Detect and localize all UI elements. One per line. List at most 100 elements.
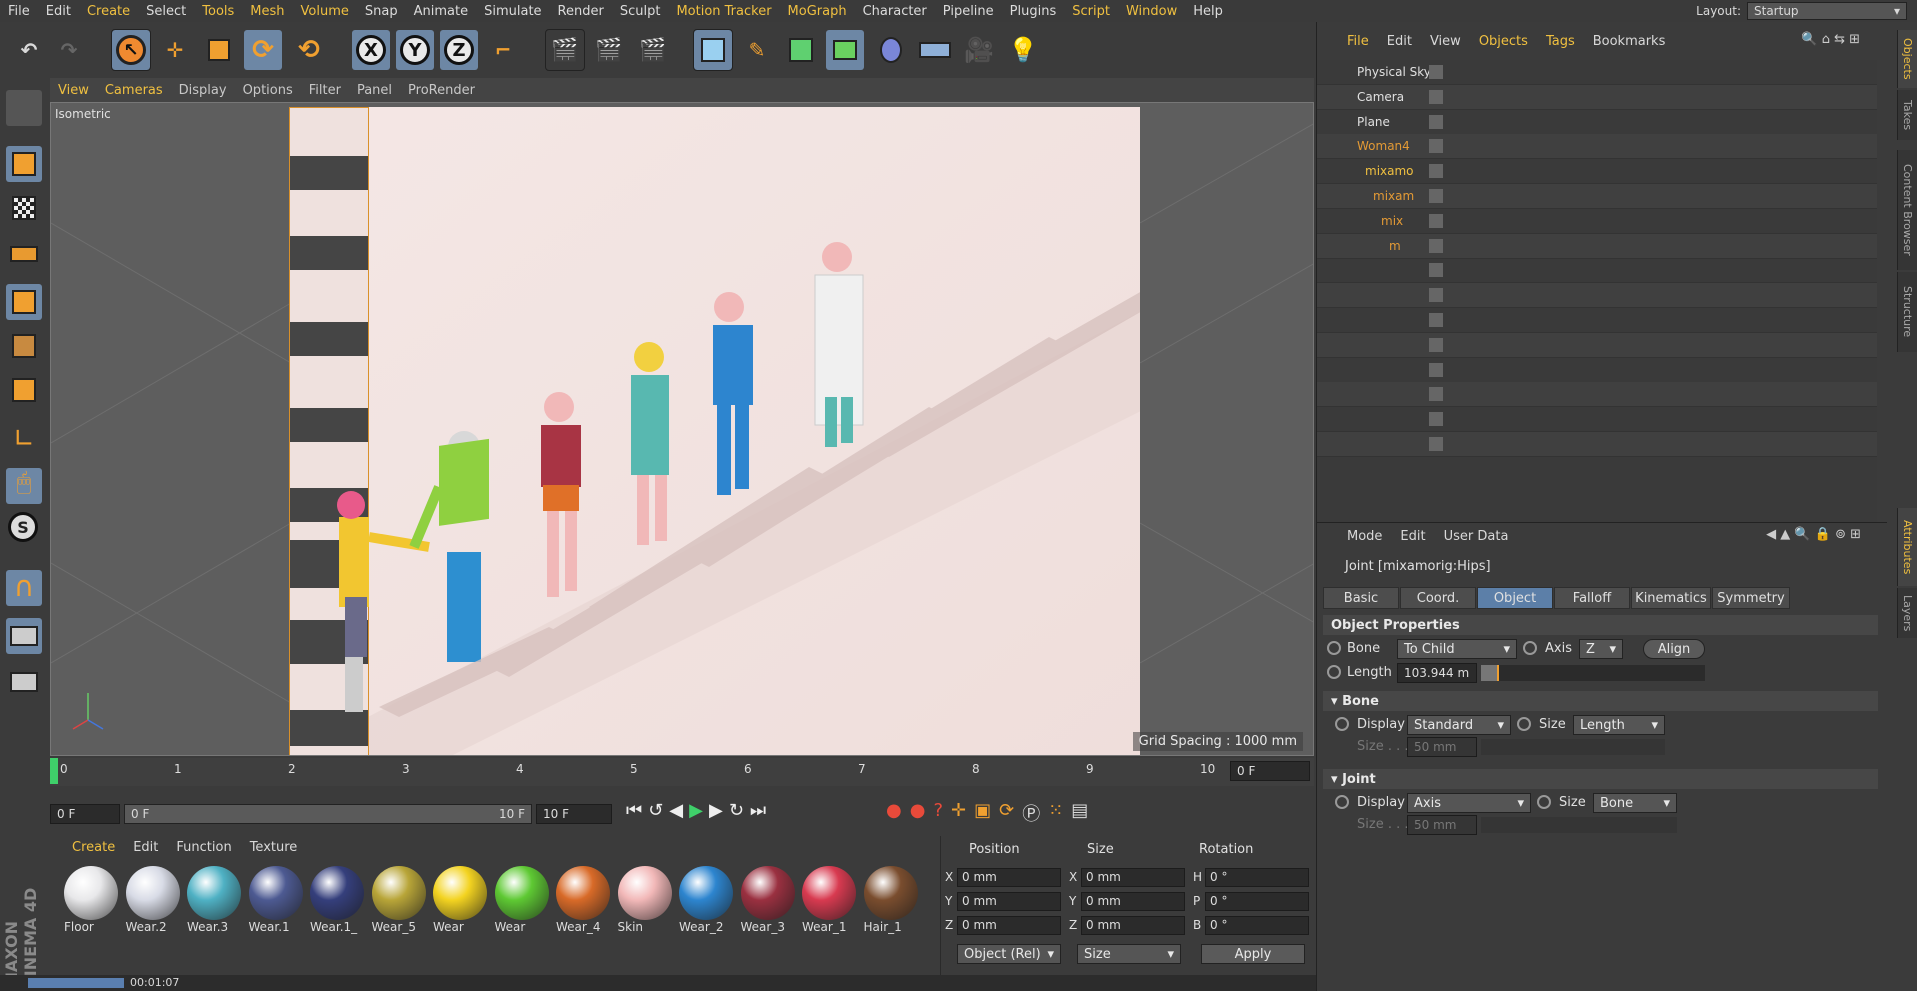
menu-pipeline[interactable]: Pipeline: [935, 4, 1002, 19]
go-to-start-icon[interactable]: ⏮: [626, 800, 642, 821]
live-selection-icon[interactable]: ↖: [111, 29, 151, 71]
points-mode-icon[interactable]: [6, 284, 42, 320]
current-frame-field[interactable]: 0 F: [1230, 761, 1310, 781]
material-swatch[interactable]: Floor: [62, 864, 120, 936]
object-row[interactable]: Plane: [1317, 110, 1877, 135]
render-view-icon[interactable]: 🎬: [545, 29, 585, 71]
menu-motion-tracker[interactable]: Motion Tracker: [668, 4, 779, 19]
workplane-icon[interactable]: [6, 236, 42, 272]
viewport-menu-view[interactable]: View: [50, 83, 97, 98]
tab-falloff[interactable]: Falloff: [1554, 587, 1630, 609]
menu-help[interactable]: Help: [1185, 4, 1231, 19]
object-menu-view[interactable]: View: [1430, 34, 1461, 49]
light-icon[interactable]: 💡: [1004, 30, 1042, 70]
floor-icon[interactable]: [916, 30, 954, 70]
object-row[interactable]: [1317, 332, 1877, 358]
menu-simulate[interactable]: Simulate: [476, 4, 549, 19]
object-name[interactable]: m: [1389, 239, 1401, 253]
menu-edit[interactable]: Edit: [38, 4, 79, 19]
rotation-key-icon[interactable]: ⟳: [999, 800, 1014, 826]
frame-range-slider[interactable]: 0 F 10 F: [124, 804, 532, 824]
polygons-mode-icon[interactable]: [6, 372, 42, 408]
parameter-key-icon[interactable]: Ⓟ: [1022, 800, 1040, 826]
prev-frame-icon[interactable]: ◀: [669, 800, 683, 821]
menu-render[interactable]: Render: [550, 4, 612, 19]
length-field[interactable]: 103.944 m: [1397, 663, 1477, 683]
scale-icon[interactable]: [200, 30, 238, 70]
coord-mode-select[interactable]: Object (Rel) ▾: [957, 944, 1061, 964]
joint-size-slider[interactable]: [1481, 817, 1677, 833]
keyframe-selection-icon[interactable]: ?: [933, 800, 943, 826]
viewport-menu-panel[interactable]: Panel: [349, 83, 400, 98]
position-key-icon[interactable]: ✛: [951, 800, 966, 826]
object-name[interactable]: mixam: [1373, 189, 1414, 203]
object-menu-file[interactable]: File: [1347, 34, 1369, 49]
rotate-icon[interactable]: ⟳: [244, 30, 282, 70]
render-picture-viewer-icon[interactable]: 🎬: [590, 30, 628, 70]
bone-section-header[interactable]: ▾ Bone: [1323, 691, 1878, 711]
viewport-menu-prorender[interactable]: ProRender: [400, 83, 483, 98]
object-row[interactable]: [1317, 407, 1877, 433]
menu-create[interactable]: Create: [79, 4, 138, 19]
visibility-toggle[interactable]: [1429, 65, 1443, 79]
material-swatch[interactable]: Skin: [616, 864, 674, 936]
tab-basic[interactable]: Basic: [1323, 587, 1399, 609]
side-tab-layers[interactable]: Layers: [1897, 588, 1917, 638]
viewport-menu-display[interactable]: Display: [171, 83, 235, 98]
material-swatch[interactable]: Wear.3: [185, 864, 243, 936]
material-swatch[interactable]: Wear_2: [677, 864, 735, 936]
material-swatch[interactable]: Hair_1: [862, 864, 920, 936]
material-swatch[interactable]: Wear_1: [800, 864, 858, 936]
menu-window[interactable]: Window: [1118, 4, 1185, 19]
size-mode-select[interactable]: Size ▾: [1077, 944, 1181, 964]
menu-sculpt[interactable]: Sculpt: [612, 4, 669, 19]
joint-size-select[interactable]: Bone ▾: [1593, 793, 1677, 813]
attribute-menu-edit[interactable]: Edit: [1400, 529, 1425, 544]
coord-pos-field[interactable]: 0 mm: [957, 892, 1061, 911]
object-row[interactable]: m: [1317, 233, 1877, 259]
next-frame-icon[interactable]: ▶: [709, 800, 723, 821]
object-manager-list[interactable]: Physical Sky Camera Plane Woman4 mixamo mixam…: [1317, 60, 1877, 522]
joint-section-header[interactable]: ▾ Joint: [1323, 769, 1878, 789]
object-row[interactable]: [1317, 308, 1877, 333]
object-row[interactable]: [1317, 258, 1877, 284]
edges-mode-icon[interactable]: [6, 328, 42, 364]
object-name[interactable]: mix: [1381, 214, 1403, 228]
move-icon[interactable]: ✛: [156, 30, 194, 70]
playhead[interactable]: [50, 758, 58, 784]
menu-volume[interactable]: Volume: [293, 4, 357, 19]
next-key-icon[interactable]: ↻: [729, 800, 744, 821]
axis-select[interactable]: Z ▾: [1579, 639, 1623, 659]
model-mode-icon[interactable]: [6, 146, 42, 182]
start-frame-field[interactable]: 0 F: [50, 804, 120, 824]
menu-file[interactable]: File: [0, 4, 38, 19]
object-row[interactable]: Physical Sky: [1317, 60, 1877, 85]
coord-pos-field[interactable]: 0 mm: [957, 868, 1061, 887]
layout-select[interactable]: Startup ▾: [1747, 2, 1907, 20]
object-menu-tags[interactable]: Tags: [1546, 34, 1575, 49]
object-menu-objects[interactable]: Objects: [1479, 34, 1528, 49]
object-row[interactable]: mixamo: [1317, 159, 1877, 185]
material-swatch[interactable]: Wear: [431, 864, 489, 936]
material-menu-create[interactable]: Create: [72, 840, 115, 855]
coord-size-field[interactable]: 0 mm: [1081, 892, 1185, 911]
menu-script[interactable]: Script: [1064, 4, 1118, 19]
object-row[interactable]: [1317, 382, 1877, 408]
object-manager-tools[interactable]: 🔍 ⌂ ⇆ ⊞: [1801, 32, 1860, 47]
viewport-menu-options[interactable]: Options: [235, 83, 301, 98]
scale-key-icon[interactable]: ▣: [974, 800, 991, 826]
visibility-toggle[interactable]: [1429, 437, 1443, 451]
object-row[interactable]: [1317, 283, 1877, 309]
align-button[interactable]: Align: [1643, 639, 1705, 659]
viewport[interactable]: Isometric Grid Spacing : 1000 mm ✥ ⇕ ⟲ ▢: [50, 102, 1314, 756]
object-row[interactable]: mixam: [1317, 184, 1877, 209]
joint-display-select[interactable]: Axis ▾: [1407, 793, 1531, 813]
visibility-toggle[interactable]: [1429, 238, 1443, 253]
menu-mograph[interactable]: MoGraph: [780, 4, 855, 19]
visibility-toggle[interactable]: [1429, 139, 1443, 154]
visibility-toggle[interactable]: [1429, 313, 1443, 327]
viewport-menu-cameras[interactable]: Cameras: [97, 83, 171, 98]
tab-object[interactable]: Object: [1477, 587, 1553, 609]
planar-workplane-icon[interactable]: [6, 664, 42, 700]
redo-icon[interactable]: ↷: [50, 30, 88, 70]
